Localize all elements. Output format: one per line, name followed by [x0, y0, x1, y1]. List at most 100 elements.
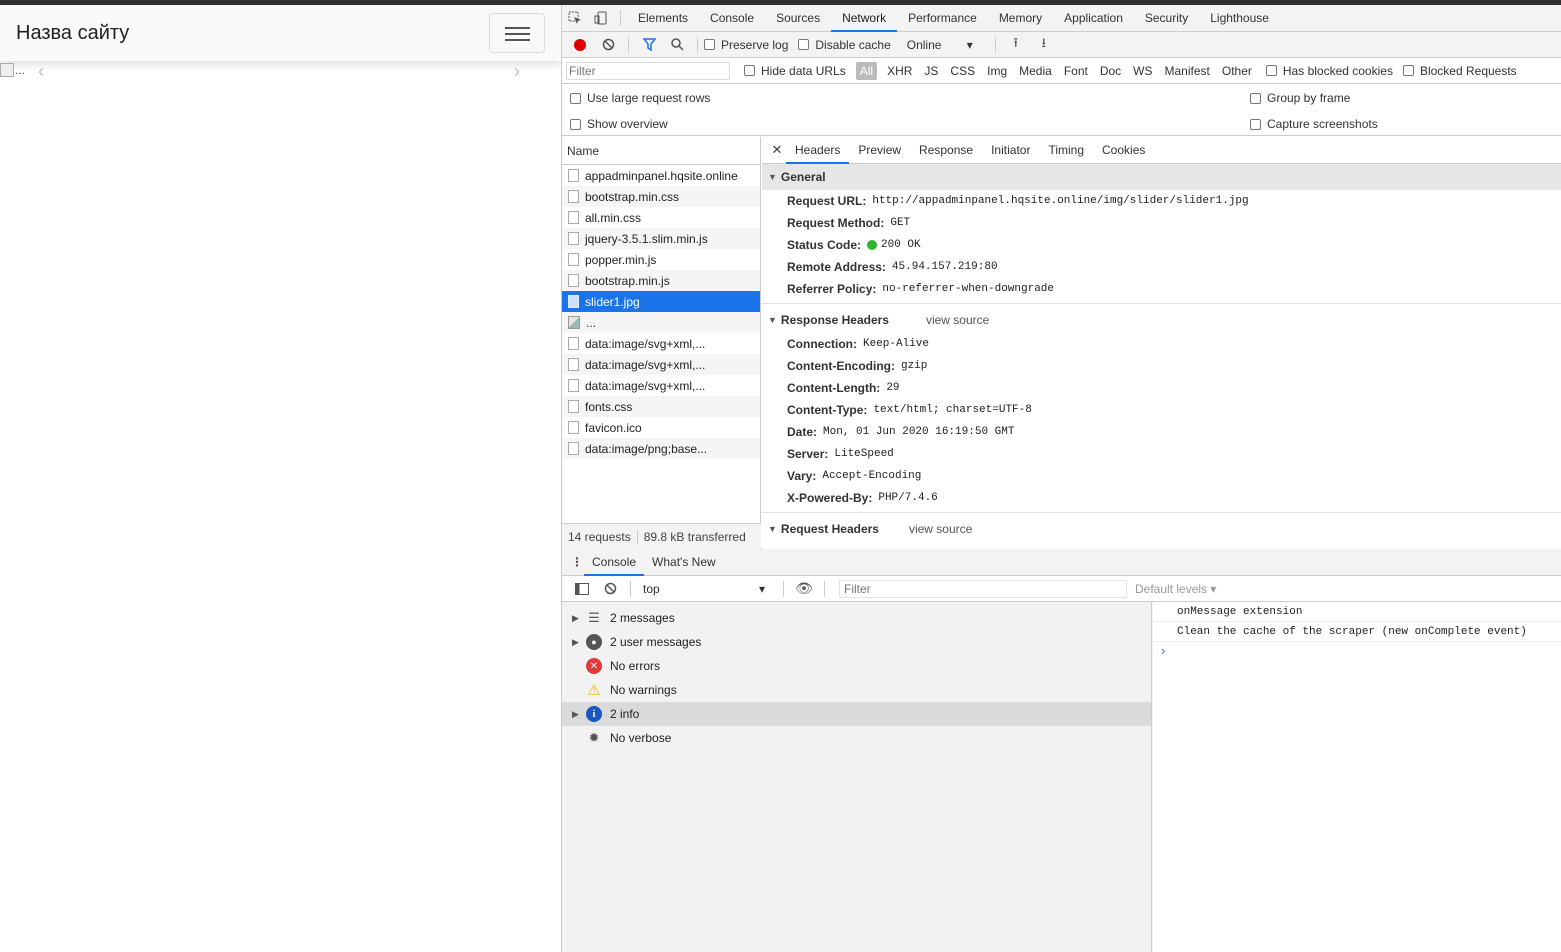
request-row[interactable]: all.min.css	[562, 207, 760, 228]
drawer-tab-whats-new[interactable]: What's New	[644, 549, 724, 576]
header-value: 29	[886, 382, 900, 394]
log-levels-select[interactable]: Default levels ▾	[1135, 582, 1216, 596]
type-filter-img[interactable]: Img	[981, 62, 1013, 80]
response-headers-section-header[interactable]: ▼ Response Headers view source	[762, 307, 1561, 333]
column-header-name[interactable]: Name	[562, 137, 760, 165]
expand-arrow-icon[interactable]: ▶	[572, 613, 586, 624]
console-sidebar-item[interactable]: ✹ No verbose	[562, 726, 1151, 750]
request-row[interactable]: jquery-3.5.1.slim.min.js	[562, 228, 760, 249]
console-sidebar-item[interactable]: ▶ i 2 info	[562, 702, 1151, 726]
tab-application[interactable]: Application	[1053, 5, 1134, 32]
request-row[interactable]: ...	[562, 312, 760, 333]
console-filter-input[interactable]	[839, 579, 1127, 598]
request-row[interactable]: bootstrap.min.css	[562, 186, 760, 207]
close-detail-icon[interactable]: ✕	[768, 142, 786, 158]
image-file-icon	[568, 316, 580, 329]
context-select[interactable]: top ▾	[637, 582, 771, 596]
broken-image: ...	[0, 63, 25, 77]
search-button[interactable]	[663, 32, 691, 58]
console-sidebar-item[interactable]: ⚠ No warnings	[562, 678, 1151, 702]
console-sidebar-item[interactable]: ▶ ☰ 2 messages	[562, 606, 1151, 630]
carousel-next-icon[interactable]: ›	[514, 61, 520, 82]
sidebar-toggle-button[interactable]	[568, 576, 596, 602]
type-filter-manifest[interactable]: Manifest	[1159, 62, 1216, 80]
has-blocked-cookies-checkbox[interactable]: Has blocked cookies	[1265, 64, 1393, 78]
request-row[interactable]: data:image/svg+xml,...	[562, 333, 760, 354]
tab-network[interactable]: Network	[831, 5, 898, 32]
clear-button[interactable]	[594, 32, 622, 58]
request-row[interactable]: slider1.jpg	[562, 291, 760, 312]
tab-performance[interactable]: Performance	[897, 5, 988, 32]
header-key: Content-Type:	[787, 403, 868, 417]
tab-sources[interactable]: Sources	[765, 5, 831, 32]
request-row[interactable]: data:image/svg+xml,...	[562, 354, 760, 375]
network-filter-input[interactable]	[566, 61, 730, 80]
request-row[interactable]: data:image/svg+xml,...	[562, 375, 760, 396]
export-har-button[interactable]: ⭳	[1030, 32, 1058, 58]
throttling-select[interactable]: Online ▾	[901, 38, 979, 52]
type-filter-js[interactable]: JS	[918, 62, 944, 80]
carousel-prev-icon[interactable]: ‹	[38, 61, 44, 82]
group-by-frame-checkbox[interactable]: Group by frame	[1250, 91, 1350, 105]
tab-elements[interactable]: Elements	[627, 5, 699, 32]
site-brand[interactable]: Назва сайту	[16, 22, 129, 45]
preserve-log-checkbox[interactable]: Preserve log	[704, 38, 788, 52]
type-filter-doc[interactable]: Doc	[1094, 62, 1127, 80]
response-headers: Connection: Keep-Alive Content-Encoding: gz…	[762, 333, 1561, 509]
header-key: Status Code:	[787, 238, 862, 252]
request-row[interactable]: favicon.ico	[562, 417, 760, 438]
more-tabs-icon[interactable]: ⋮	[570, 555, 584, 569]
type-filter-ws[interactable]: WS	[1127, 62, 1158, 80]
view-source-link[interactable]: view source	[909, 522, 972, 536]
show-overview-checkbox[interactable]: Show overview	[570, 117, 668, 131]
tab-console[interactable]: Console	[699, 5, 765, 32]
console-sidebar-item[interactable]: ✕ No errors	[562, 654, 1151, 678]
large-rows-checkbox[interactable]: Use large request rows	[570, 91, 710, 105]
view-source-link[interactable]: view source	[926, 313, 989, 327]
inspect-element-icon[interactable]	[562, 5, 588, 32]
tab-lighthouse[interactable]: Lighthouse	[1199, 5, 1280, 32]
general-section-header[interactable]: ▼ General	[762, 164, 1561, 190]
disable-cache-checkbox[interactable]: Disable cache	[798, 38, 891, 52]
blocked-requests-checkbox[interactable]: Blocked Requests	[1402, 64, 1517, 78]
record-button[interactable]	[566, 32, 594, 58]
request-row[interactable]: fonts.css	[562, 396, 760, 417]
tab-timing[interactable]: Timing	[1039, 137, 1093, 164]
import-har-button[interactable]: ⭱	[1002, 32, 1030, 58]
header-row: Content-Encoding: gzip	[762, 355, 1561, 377]
request-headers-title: Request Headers	[780, 522, 879, 536]
request-headers-section-header[interactable]: ▼ Request Headers view source	[762, 516, 1561, 542]
request-row[interactable]: bootstrap.min.js	[562, 270, 760, 291]
live-expression-button[interactable]: 👁	[790, 576, 818, 602]
device-toolbar-icon[interactable]	[588, 5, 614, 32]
filter-toggle-button[interactable]	[635, 32, 663, 58]
tab-memory[interactable]: Memory	[988, 5, 1053, 32]
header-row: Status Code: 200 OK	[762, 234, 1561, 256]
tab-initiator[interactable]: Initiator	[982, 137, 1039, 164]
type-filter-other[interactable]: Other	[1216, 62, 1258, 80]
tab-security[interactable]: Security	[1134, 5, 1199, 32]
type-filter-font[interactable]: Font	[1058, 62, 1094, 80]
type-filter-xhr[interactable]: XHR	[881, 62, 918, 80]
hide-data-urls-checkbox[interactable]: Hide data URLs	[744, 64, 846, 78]
type-filter-all[interactable]: All	[855, 61, 878, 80]
request-row[interactable]: popper.min.js	[562, 249, 760, 270]
tab-cookies[interactable]: Cookies	[1093, 137, 1154, 164]
request-row[interactable]: appadminpanel.hqsite.online	[562, 165, 760, 186]
expand-arrow-icon[interactable]: ▶	[572, 637, 586, 648]
console-sidebar-label: 2 info	[610, 707, 640, 721]
tab-headers[interactable]: Headers	[786, 137, 850, 164]
tab-response[interactable]: Response	[910, 137, 982, 164]
tab-preview[interactable]: Preview	[849, 137, 910, 164]
expand-arrow-icon[interactable]: ▶	[572, 709, 586, 720]
console-prompt-icon[interactable]: ›	[1153, 642, 1561, 660]
request-row[interactable]: data:image/png;base...	[562, 438, 760, 459]
drawer-tab-console[interactable]: Console	[584, 549, 645, 576]
console-sidebar-item[interactable]: ▶ ● 2 user messages	[562, 630, 1151, 654]
clear-console-button[interactable]	[596, 576, 624, 602]
type-filter-media[interactable]: Media	[1013, 62, 1058, 80]
navbar-toggler-button[interactable]	[489, 13, 545, 53]
header-key: X-Powered-By:	[787, 491, 873, 505]
type-filter-css[interactable]: CSS	[944, 62, 981, 80]
capture-screenshots-checkbox[interactable]: Capture screenshots	[1250, 117, 1378, 131]
